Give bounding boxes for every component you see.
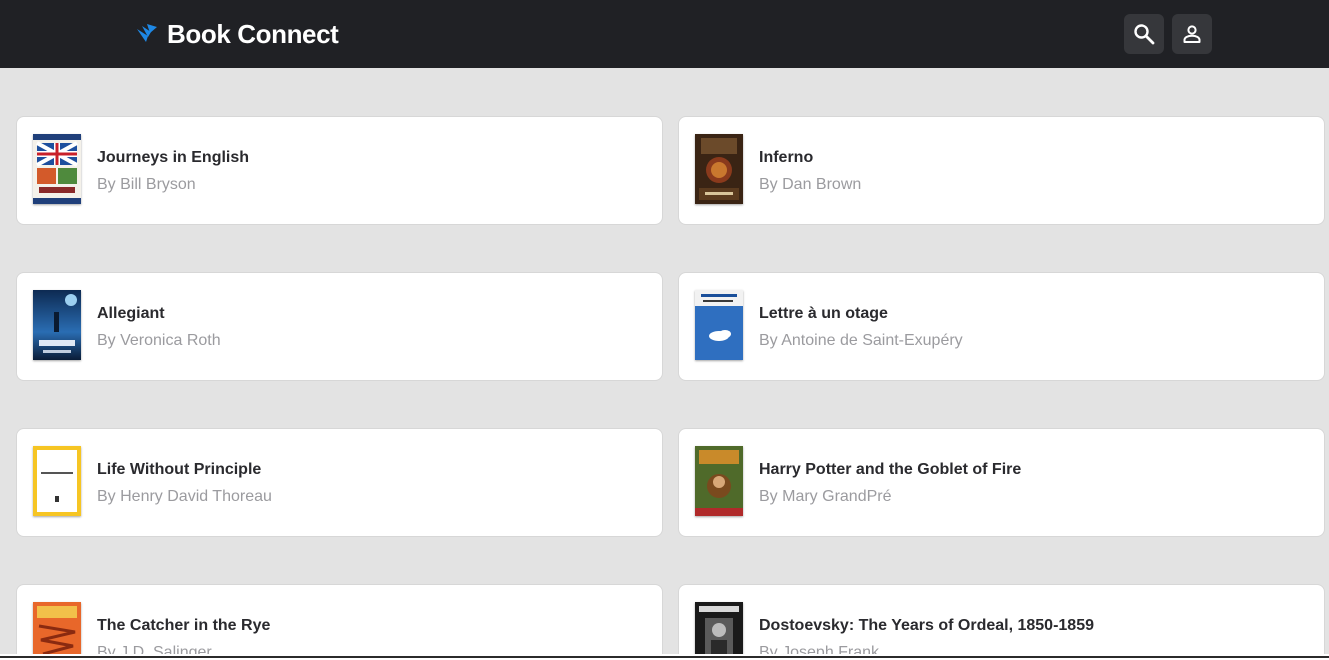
book-title: Journeys in English xyxy=(97,149,250,166)
book-preview-card[interactable]: Inferno By Dan Brown xyxy=(678,116,1325,225)
book-author: By Bill Bryson xyxy=(97,176,196,193)
book-cover-image xyxy=(33,602,81,654)
book-title: The Catcher in the Rye xyxy=(97,617,271,634)
book-cover-image xyxy=(695,446,743,516)
book-preview-card[interactable]: Journeys in English By Bill Bryson xyxy=(16,116,663,225)
book-author: By Joseph Frank xyxy=(759,644,880,654)
book-title: Lettre à un otage xyxy=(759,305,888,322)
book-author: By Veronica Roth xyxy=(97,332,221,349)
search-button[interactable] xyxy=(1124,14,1164,54)
person-icon xyxy=(1183,25,1201,43)
book-author: By Henry David Thoreau xyxy=(97,488,272,505)
book-title: Harry Potter and the Goblet of Fire xyxy=(759,461,1022,478)
profile-button[interactable] xyxy=(1172,14,1212,54)
book-preview-card[interactable]: Life Without Principle By Henry David Th… xyxy=(16,428,663,537)
book-preview-card[interactable]: Allegiant By Veronica Roth xyxy=(16,272,663,381)
top-nav-bar: Book Connect xyxy=(0,0,1329,68)
book-cover-image xyxy=(33,290,81,360)
book-preview-card[interactable]: The Catcher in the Rye By J.D. Salinger xyxy=(16,584,663,654)
book-preview-card[interactable]: Dostoevsky: The Years of Ordeal, 1850-18… xyxy=(678,584,1325,654)
book-preview-card[interactable]: Lettre à un otage By Antoine de Saint-Ex… xyxy=(678,272,1325,381)
book-cover-image xyxy=(695,602,743,654)
book-author: By Dan Brown xyxy=(759,176,862,193)
book-list: Journeys in English By Bill Bryson Infer… xyxy=(0,68,1329,654)
book-title: Life Without Principle xyxy=(97,461,262,478)
app-logo[interactable]: Book Connect xyxy=(135,18,339,50)
book-author: By J.D. Salinger xyxy=(97,644,212,654)
book-title: Dostoevsky: The Years of Ordeal, 1850-18… xyxy=(759,617,1094,634)
search-icon xyxy=(1134,24,1155,45)
book-title: Inferno xyxy=(759,149,814,166)
book-title: Allegiant xyxy=(97,305,165,322)
book-cover-image xyxy=(33,446,81,516)
window-bottom-edge xyxy=(0,654,1329,660)
book-preview-card[interactable]: Harry Potter and the Goblet of Fire By M… xyxy=(678,428,1325,537)
bird-icon xyxy=(137,24,157,42)
app-name: Book Connect xyxy=(167,19,339,49)
book-cover-image xyxy=(695,134,743,204)
book-author: By Antoine de Saint-Exupéry xyxy=(759,332,963,349)
book-cover-image xyxy=(33,134,81,204)
book-cover-image xyxy=(695,290,743,360)
book-author: By Mary GrandPré xyxy=(759,488,892,505)
